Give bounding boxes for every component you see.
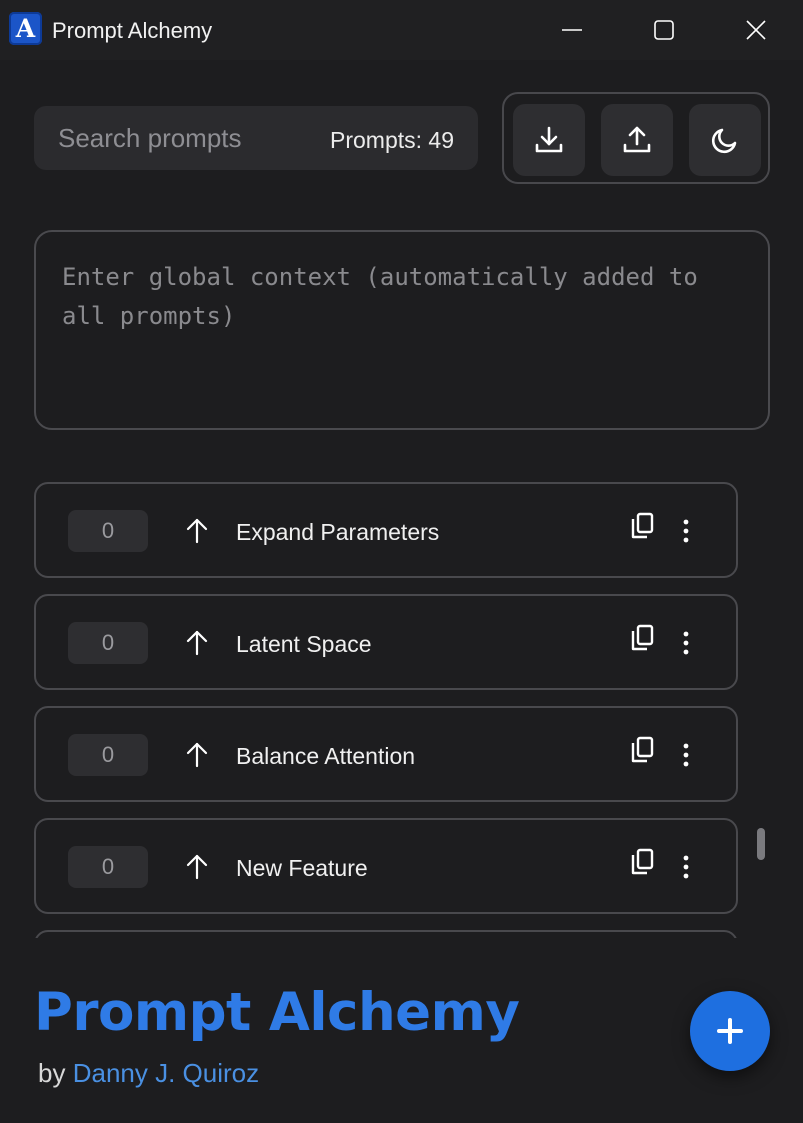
author-link[interactable]: Danny J. Quiroz [73,1058,259,1088]
toolbar-group [502,92,770,184]
add-prompt-button[interactable] [690,991,770,1071]
export-button[interactable] [513,104,585,176]
copy-icon[interactable] [629,735,657,765]
prompt-card[interactable]: 0 New Feature [34,818,738,914]
prompt-card[interactable]: 0 Latent Space [34,594,738,690]
prompt-title: Latent Space [236,631,372,657]
usage-count: 0 [68,846,148,888]
copy-icon[interactable] [629,511,657,541]
maximize-icon [654,20,674,40]
usage-count: 0 [68,622,148,664]
import-button[interactable] [601,104,673,176]
prompt-title: Balance Attention [236,743,416,769]
arrow-up-icon[interactable] [184,517,210,545]
search-input[interactable] [34,106,304,170]
global-context-input[interactable] [36,232,768,428]
window-title: Prompt Alchemy [52,18,213,43]
arrow-up-icon[interactable] [184,741,210,769]
prompt-count: Prompts: 49 [330,127,454,153]
download-icon [535,126,563,153]
usage-count: 0 [68,510,148,552]
more-options-icon[interactable] [681,518,691,544]
minimize-icon [562,29,582,31]
byline-prefix: by [38,1058,66,1088]
search-box: Prompts: 49 [34,106,478,170]
prompt-card[interactable]: 0 Expand Parameters [34,482,738,578]
more-options-icon[interactable] [681,630,691,656]
prompt-card[interactable]: 0 Balance Attention [34,706,738,802]
close-button[interactable] [710,0,802,60]
prompt-card-partial[interactable] [34,930,738,938]
minimize-button[interactable] [526,0,618,60]
scrollbar-thumb[interactable] [757,828,765,860]
copy-icon[interactable] [629,847,657,877]
brand-title: Prompt Alchemy [34,982,520,1043]
close-icon [746,20,766,40]
app-logo-icon: A [9,12,42,45]
arrow-up-icon[interactable] [184,629,210,657]
maximize-button[interactable] [618,0,710,60]
upload-icon [623,126,651,153]
plus-icon [717,1018,743,1044]
copy-icon[interactable] [629,623,657,653]
prompt-title: New Feature [236,855,368,881]
usage-count: 0 [68,734,148,776]
global-context-box [34,230,770,430]
title-bar: A Prompt Alchemy [0,0,803,60]
moon-icon [711,128,737,154]
prompt-title: Expand Parameters [236,519,440,545]
theme-toggle-button[interactable] [689,104,761,176]
more-options-icon[interactable] [681,742,691,768]
brand-byline: by Danny J. Quiroz [38,1058,259,1089]
arrow-up-icon[interactable] [184,853,210,881]
prompt-list: 0 Expand Parameters 0 Latent Space 0 Bal… [34,482,744,938]
more-options-icon[interactable] [681,854,691,880]
